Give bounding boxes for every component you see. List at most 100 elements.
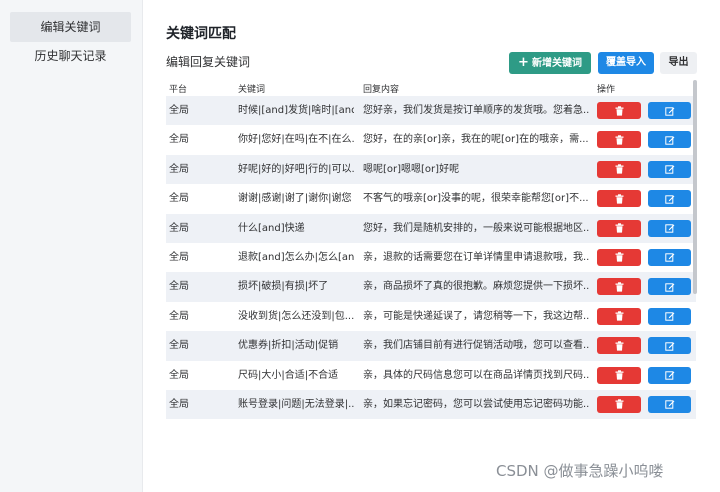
delete-button[interactable] <box>597 102 641 119</box>
cell-reply: 亲，退款的话需要您在订单详情里申请退款哦，我... <box>363 251 589 263</box>
trash-icon <box>615 193 624 204</box>
sidebar: 编辑关键词 历史聊天记录 <box>0 0 143 492</box>
delete-button[interactable] <box>597 366 641 384</box>
table-body: 全局 时候|[and]发货|啥时|[and]... 您好亲，我们发货是按订单顺序的发… <box>166 96 696 420</box>
cell-reply: 不客气的哦亲[or]没事的呢，很荣幸能帮您[or]不... <box>363 193 589 205</box>
cell-keyword: 损坏|破损|有损|坏了 <box>238 281 329 293</box>
cell-reply: 您好亲，我们发货是按订单顺序的发货哦。您着急... <box>363 105 589 116</box>
edit-button[interactable] <box>648 307 691 325</box>
edit-button[interactable] <box>648 366 691 384</box>
edit-icon <box>664 223 675 233</box>
table-row: 全局 什么[and]快递 您好，我们是随机安排的，一般来说可能根据地区... <box>166 213 696 243</box>
edit-icon <box>664 311 675 321</box>
cell-reply: 亲，可能是快递延误了，请您稍等一下，我这边帮... <box>363 310 589 322</box>
edit-icon <box>664 282 675 292</box>
cell-platform: 全局 <box>169 105 189 116</box>
edit-button[interactable] <box>648 131 691 149</box>
section-subtitle: 编辑回复关键词 <box>166 55 251 69</box>
delete-button[interactable] <box>597 307 641 325</box>
table-row: 全局 时候|[and]发货|啥时|[and]... 您好亲，我们发货是按订单顺序的发… <box>166 96 696 126</box>
main-panel: 关键词匹配 编辑回复关键词 + 新增关键词 覆盖导入 导出 平台 关键词 回复内容… <box>143 0 720 492</box>
sidebar-item-edit-keywords[interactable]: 编辑关键词 <box>10 12 131 42</box>
cell-reply: 嗯呢[or]嗯嗯[or]好呢 <box>363 163 460 175</box>
app-root: 编辑关键词 历史聊天记录 关键词匹配 编辑回复关键词 + 新增关键词 覆盖导入 导… <box>0 0 720 492</box>
cell-keyword: 时候|[and]发货|啥时|[and]... <box>238 105 354 116</box>
edit-button[interactable] <box>648 337 691 355</box>
edit-button[interactable] <box>648 160 691 178</box>
cell-reply: 亲，如果忘记密码，您可以尝试使用忘记密码功能... <box>363 398 589 410</box>
cell-keyword: 什么[and]快递 <box>238 222 305 234</box>
delete-button[interactable] <box>597 278 641 296</box>
sidebar-item-chat-history[interactable]: 历史聊天记录 <box>10 41 131 71</box>
edit-button[interactable] <box>648 248 691 266</box>
trash-icon <box>615 223 624 233</box>
edit-icon <box>664 252 675 263</box>
delete-button[interactable] <box>597 337 641 355</box>
cell-platform: 全局 <box>169 222 189 234</box>
trash-icon <box>615 282 624 292</box>
trash-icon <box>615 252 624 263</box>
cell-keyword: 退款[and]怎么办|怎么[an... <box>238 251 354 263</box>
delete-button[interactable] <box>597 219 641 237</box>
cell-platform: 全局 <box>169 134 189 146</box>
cell-platform: 全局 <box>169 369 189 381</box>
edit-button[interactable] <box>648 278 691 296</box>
edit-icon <box>664 341 675 351</box>
table-row: 全局 优惠券|折扣|活动|促销 亲，我们店铺目前有进行促销活动哦，您可以查看... <box>166 331 696 361</box>
cell-keyword: 没收到货|怎么还没到|包... <box>238 310 354 322</box>
trash-icon <box>615 370 624 380</box>
cell-keyword: 优惠券|折扣|活动|促销 <box>238 340 339 352</box>
cell-keyword: 你好|您好|在吗|在不|在么... <box>238 134 354 146</box>
table-row: 全局 账号登录|问题|无法登录|... 亲，如果忘记密码，您可以尝试使用忘记密码功能… <box>166 389 696 420</box>
edit-button[interactable] <box>648 102 691 119</box>
edit-button[interactable] <box>648 395 691 413</box>
trash-icon <box>615 340 624 351</box>
cell-platform: 全局 <box>169 281 189 293</box>
table-row: 全局 没收到货|怎么还没到|包... 亲，可能是快递延误了，请您稍等一下，我这边帮.… <box>166 302 696 331</box>
table-scrollbar-thumb[interactable] <box>693 80 697 294</box>
table-row: 全局 损坏|破损|有损|坏了 亲，商品损坏了真的很抱歉。麻烦您提供一下损坏... <box>166 272 696 302</box>
table-row: 全局 好呢|好的|好吧|行的|可以... 嗯呢[or]嗯嗯[or]好呢 <box>166 154 696 185</box>
table-row: 全局 你好|您好|在吗|在不|在么... 您好，在的亲[or]亲，我在的呢[or]在… <box>166 125 696 154</box>
overwrite-import-button[interactable]: 覆盖导入 <box>598 52 654 74</box>
delete-button[interactable] <box>597 395 641 413</box>
page-title: 关键词匹配 <box>166 26 236 42</box>
table-row: 全局 尺码|大小|合适|不合适 亲，具体的尺码信息您可以在商品详情页找到尺码... <box>166 361 696 390</box>
cell-reply: 亲，具体的尺码信息您可以在商品详情页找到尺码... <box>363 369 589 381</box>
plus-icon: + <box>518 55 529 70</box>
keyword-table: 平台 关键词 回复内容 操作 全局 时候|[and]发货|啥时|[and]... 您… <box>166 80 696 420</box>
add-keyword-label: 新增关键词 <box>531 58 582 69</box>
table-header: 平台 关键词 回复内容 操作 <box>166 80 696 96</box>
cell-reply: 亲，我们店铺目前有进行促销活动哦，您可以查看... <box>363 340 589 352</box>
trash-icon <box>615 399 624 410</box>
cell-reply: 您好，我们是随机安排的，一般来说可能根据地区... <box>363 222 589 234</box>
edit-icon <box>664 370 675 380</box>
edit-button[interactable] <box>648 190 691 208</box>
trash-icon <box>615 135 624 145</box>
header-actions: 操作 <box>597 85 616 95</box>
table-row: 全局 谢谢|感谢|谢了|谢你|谢您 不客气的哦亲[or]没事的呢，很荣幸能帮您[or… <box>166 184 696 213</box>
edit-icon <box>664 399 675 410</box>
edit-icon <box>664 194 675 204</box>
cell-keyword: 账号登录|问题|无法登录|... <box>238 398 354 410</box>
trash-icon <box>615 311 624 321</box>
delete-button[interactable] <box>597 248 641 266</box>
edit-button[interactable] <box>648 219 691 237</box>
add-keyword-button[interactable]: + 新增关键词 <box>509 52 591 74</box>
table-row: 全局 退款[and]怎么办|怎么[an... 亲，退款的话需要您在订单详情里申请退款… <box>166 243 696 272</box>
delete-button[interactable] <box>597 131 641 149</box>
cell-platform: 全局 <box>169 398 189 410</box>
cell-keyword: 好呢|好的|好吧|行的|可以... <box>238 163 354 175</box>
edit-icon <box>664 164 675 174</box>
delete-button[interactable] <box>597 160 641 178</box>
cell-reply: 亲，商品损坏了真的很抱歉。麻烦您提供一下损坏... <box>363 281 589 293</box>
export-button[interactable]: 导出 <box>660 52 697 74</box>
watermark: CSDN @做事急躁小呜喽 <box>496 462 664 480</box>
cell-keyword: 谢谢|感谢|谢了|谢你|谢您 <box>238 193 352 205</box>
edit-icon <box>664 135 675 145</box>
header-reply: 回复内容 <box>363 85 400 95</box>
cell-platform: 全局 <box>169 193 189 205</box>
delete-button[interactable] <box>597 190 641 208</box>
trash-icon <box>615 105 624 116</box>
cell-platform: 全局 <box>169 310 189 322</box>
